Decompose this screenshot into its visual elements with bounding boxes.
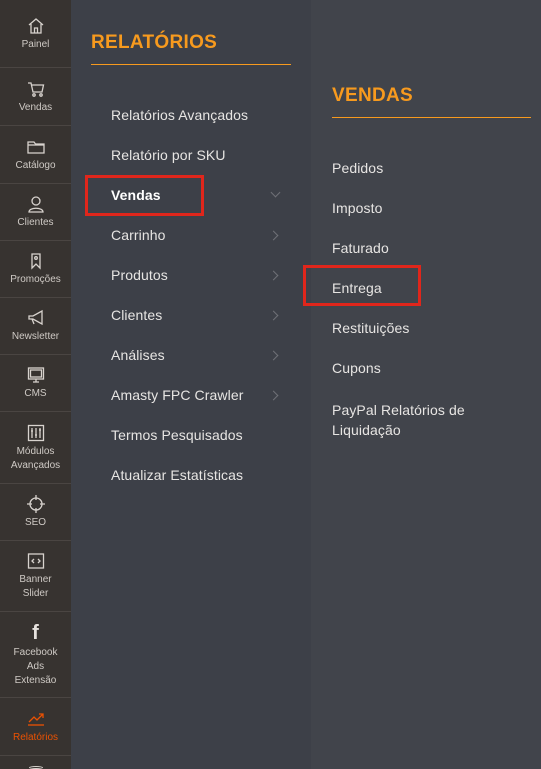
sidebar-item-banner-slider[interactable]: Banner Slider bbox=[0, 541, 71, 612]
menu-item-produtos[interactable]: Produtos bbox=[111, 267, 168, 283]
title-divider bbox=[91, 64, 291, 65]
highlight-box-entrega bbox=[303, 265, 421, 306]
sidebar-item-newsletter[interactable]: Newsletter bbox=[0, 298, 71, 355]
chevron-right-icon bbox=[268, 310, 279, 321]
menu-item-termos-pesquisados[interactable]: Termos Pesquisados bbox=[111, 427, 243, 443]
menu-item-faturado[interactable]: Faturado bbox=[332, 240, 389, 256]
menu-item-paypal-relatorios[interactable]: PayPal Relatórios de Liquidação bbox=[332, 400, 492, 440]
menu-item-atualizar-estatisticas[interactable]: Atualizar Estatísticas bbox=[111, 467, 243, 483]
chevron-right-icon bbox=[268, 230, 279, 241]
menu-item-relatorio-sku[interactable]: Relatório por SKU bbox=[111, 147, 226, 163]
menu-item-carrinho[interactable]: Carrinho bbox=[111, 227, 166, 243]
sidebar-item-label: SEO bbox=[24, 517, 47, 528]
sidebar-item-label: Vendas bbox=[18, 101, 53, 113]
sidebar-item-label: CMS bbox=[24, 388, 47, 399]
sidebar-item-label: Painel bbox=[21, 38, 50, 50]
menu-item-relatorios-avancados[interactable]: Relatórios Avançados bbox=[111, 107, 248, 123]
menu-item-clientes[interactable]: Clientes bbox=[111, 307, 162, 323]
sidebar-item-label: Relatórios bbox=[12, 731, 59, 743]
title-divider bbox=[332, 117, 531, 118]
sidebar-item-seo[interactable]: SEO bbox=[0, 484, 71, 541]
sidebar-item-relatorios[interactable]: Relatórios bbox=[0, 698, 71, 756]
sidebar-item-label: Clientes bbox=[17, 217, 54, 228]
sidebar-item-label: Promoções bbox=[10, 274, 61, 285]
code-icon bbox=[26, 551, 46, 571]
menu-item-analises[interactable]: Análises bbox=[111, 347, 165, 363]
menu-item-restituicoes[interactable]: Restituições bbox=[332, 320, 409, 336]
sidebar-item-label: Newsletter bbox=[11, 331, 60, 342]
menu-item-pedidos[interactable]: Pedidos bbox=[332, 160, 383, 176]
admin-sidebar: Painel Vendas Catálogo Clientes Promoçõe… bbox=[0, 0, 72, 769]
cart-icon bbox=[26, 79, 46, 99]
submenu-title: RELATÓRIOS bbox=[91, 32, 218, 53]
sidebar-item-catalogo[interactable]: Catálogo bbox=[0, 126, 71, 184]
highlight-box-vendas bbox=[85, 175, 204, 216]
sidebar-item-label: Catálogo bbox=[15, 159, 56, 171]
chevron-down-icon bbox=[270, 187, 281, 198]
monitor-icon bbox=[26, 365, 46, 385]
chevron-right-icon bbox=[268, 270, 279, 281]
home-icon bbox=[26, 16, 46, 36]
sidebar-item-vendas[interactable]: Vendas bbox=[0, 68, 71, 126]
menu-item-imposto[interactable]: Imposto bbox=[332, 200, 383, 216]
vendas-submenu: VENDAS Pedidos Imposto Faturado Entrega … bbox=[303, 0, 541, 769]
sidebar-item-label: Facebook Ads Extensão bbox=[13, 646, 58, 686]
megaphone-icon bbox=[26, 308, 46, 328]
menu-item-amasty-fpc-crawler[interactable]: Amasty FPC Crawler bbox=[111, 387, 243, 403]
sidebar-item-partial[interactable] bbox=[0, 756, 71, 769]
sidebar-item-painel[interactable]: Painel bbox=[0, 0, 71, 68]
sidebar-item-facebook-ads[interactable]: f Facebook Ads Extensão bbox=[0, 612, 71, 698]
sidebar-item-promocoes[interactable]: Promoções bbox=[0, 241, 71, 298]
folder-icon bbox=[26, 137, 46, 157]
menu-item-cupons[interactable]: Cupons bbox=[332, 360, 381, 376]
sidebar-item-clientes[interactable]: Clientes bbox=[0, 184, 71, 241]
sidebar-item-cms[interactable]: CMS bbox=[0, 355, 71, 412]
chevron-right-icon bbox=[268, 350, 279, 361]
chevron-right-icon bbox=[268, 390, 279, 401]
sidebar-item-label: Banner Slider bbox=[19, 574, 52, 599]
sidebar-item-modulos-avancados[interactable]: Módulos Avançados bbox=[0, 412, 71, 484]
tag-icon bbox=[26, 251, 46, 271]
sliders-icon bbox=[26, 423, 46, 443]
user-icon bbox=[26, 194, 46, 214]
crosshair-icon bbox=[26, 494, 46, 514]
chart-icon bbox=[26, 709, 46, 729]
relatorios-submenu: RELATÓRIOS Relatórios Avançados Relatóri… bbox=[71, 0, 311, 769]
facebook-icon: f bbox=[32, 621, 39, 644]
sidebar-item-label: Módulos Avançados bbox=[10, 445, 61, 471]
submenu-title: VENDAS bbox=[332, 85, 413, 106]
